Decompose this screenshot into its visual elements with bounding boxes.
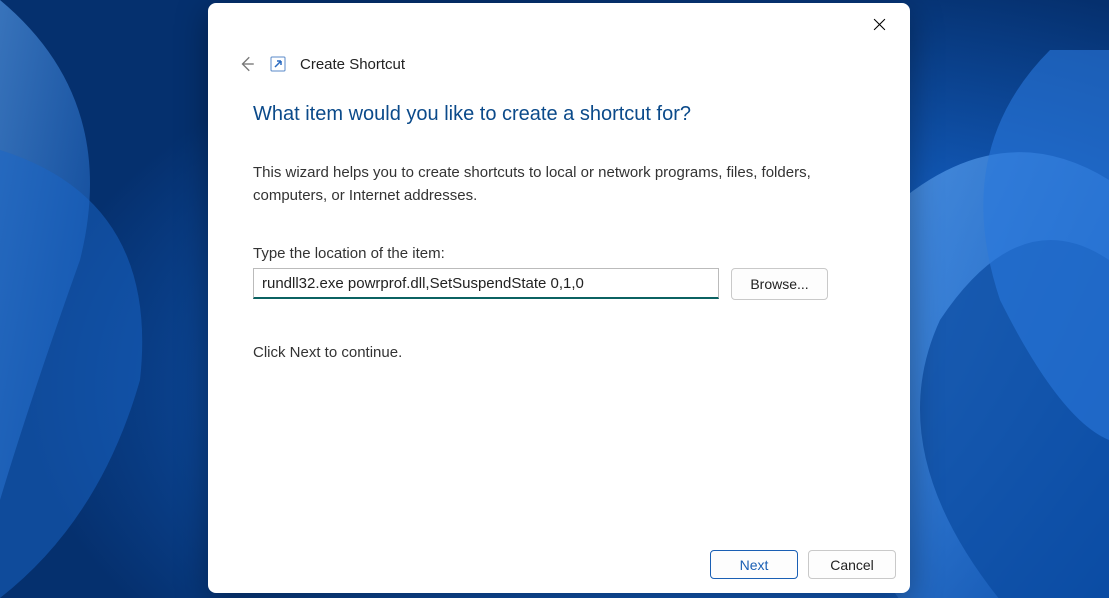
description-text: This wizard helps you to create shortcut… xyxy=(253,162,813,207)
cancel-button[interactable]: Cancel xyxy=(808,550,896,579)
shortcut-icon xyxy=(270,56,286,72)
arrow-left-icon xyxy=(238,55,256,73)
continue-text: Click Next to continue. xyxy=(253,344,865,361)
close-icon xyxy=(873,18,886,31)
location-label: Type the location of the item: xyxy=(253,245,865,262)
next-button[interactable]: Next xyxy=(710,550,798,579)
browse-button[interactable]: Browse... xyxy=(731,268,828,300)
dialog-content: What item would you like to create a sho… xyxy=(208,73,910,538)
location-input[interactable] xyxy=(253,268,719,299)
back-button[interactable] xyxy=(238,55,256,73)
heading: What item would you like to create a sho… xyxy=(253,103,865,126)
close-button[interactable] xyxy=(856,9,902,39)
titlebar xyxy=(208,3,910,37)
dialog-footer: Next Cancel xyxy=(208,538,910,593)
dialog-header: Create Shortcut xyxy=(208,37,910,73)
dialog-title: Create Shortcut xyxy=(300,56,405,73)
input-row: Browse... xyxy=(253,268,865,300)
create-shortcut-dialog: Create Shortcut What item would you like… xyxy=(208,3,910,593)
